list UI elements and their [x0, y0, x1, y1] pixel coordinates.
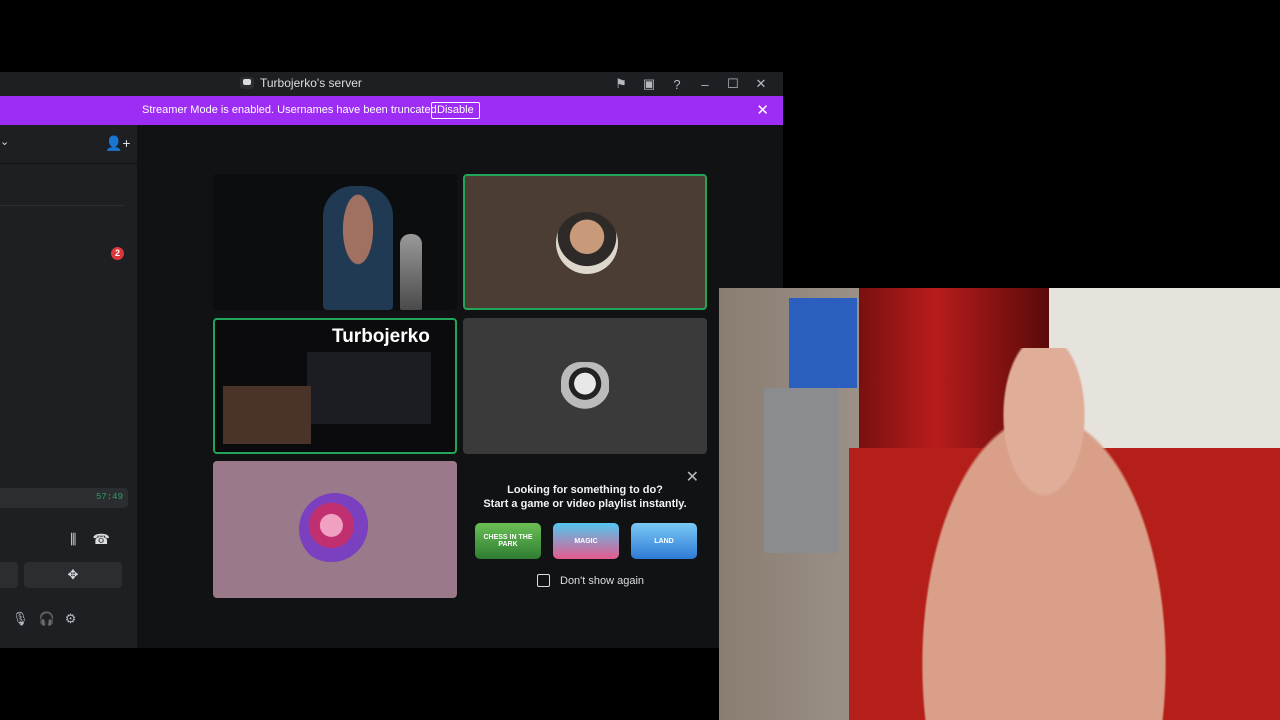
activity-button[interactable]: ✥ [24, 562, 122, 588]
video-tile-avatar-3[interactable] [213, 461, 457, 598]
streamer-person [889, 348, 1199, 720]
settings-gear-icon[interactable]: ⚙ [65, 611, 77, 627]
video-tile-webcam[interactable] [213, 174, 457, 310]
stream-webcam [223, 386, 311, 444]
disconnect-icon[interactable]: ☎ [92, 531, 109, 548]
checkbox[interactable] [537, 574, 550, 587]
webcam-overlay [719, 288, 1280, 720]
dont-show-again-label: Don't show again [560, 574, 645, 587]
mini-fridge [764, 388, 839, 553]
streamer-mode-banner: Streamer Mode is enabled. Usernames have… [0, 96, 783, 125]
avatar [561, 362, 609, 410]
server-icon [240, 77, 254, 89]
video-tile-stream[interactable]: Turbojerko [213, 318, 457, 454]
activity-card-chess[interactable]: CHESS IN THE PARK [475, 523, 541, 559]
microphone-prop [400, 234, 422, 310]
video-tile-avatar-2[interactable] [463, 318, 707, 454]
activity-card-land[interactable]: LAND [631, 523, 697, 559]
video-tile-avatar-1[interactable] [463, 174, 707, 310]
notification-badge: 2 [111, 247, 124, 260]
stream-overlay-title: Turbojerko [332, 326, 430, 347]
close-button[interactable]: ✕ [747, 75, 775, 93]
user-controls: 🎙 🎧 ⚙ [12, 611, 76, 627]
avatar [556, 212, 618, 274]
voice-status-bar[interactable]: 57:49 [0, 488, 128, 508]
sidebar-header: ⌄ 👤+ [0, 125, 137, 164]
title-bar-icons: ⚑ ▣ ? – ☐ ✕ [607, 75, 775, 93]
camera-button[interactable] [0, 562, 18, 588]
flag-icon[interactable]: ⚑ [607, 75, 635, 93]
activity-card-magic[interactable]: MAGIC [553, 523, 619, 559]
activities-icon: ✥ [67, 567, 79, 582]
voice-controls: ⫼ ☎ [70, 531, 110, 548]
window-title-text: Turbojerko's server [260, 76, 362, 90]
maximize-button[interactable]: ☐ [719, 75, 747, 93]
avatar [299, 493, 371, 565]
chevron-down-icon[interactable]: ⌄ [0, 135, 9, 148]
window-title: Turbojerko's server [240, 76, 362, 90]
inbox-icon[interactable]: ▣ [635, 75, 663, 93]
call-timer: 57:49 [95, 492, 123, 502]
headphones-icon[interactable]: 🎧 [39, 611, 55, 627]
activity-heading: Looking for something to do? [507, 484, 663, 496]
noise-suppression-icon[interactable]: ⫼ [70, 531, 76, 548]
beer-box [789, 298, 857, 388]
help-icon[interactable]: ? [663, 75, 691, 93]
banner-text: Streamer Mode is enabled. Usernames have… [142, 104, 440, 116]
participant-video [323, 186, 393, 310]
title-bar: Turbojerko's server ⚑ ▣ ? – ☐ ✕ [0, 72, 783, 96]
activity-suggestion-panel: ✕ Looking for something to do? Start a g… [463, 461, 707, 598]
activity-list: CHESS IN THE PARK MAGIC LAND [475, 523, 697, 559]
channel-sidebar: ⌄ 👤+ 2 57:49 ⫼ ☎ ✥ 🎙 🎧 ⚙ [0, 125, 137, 648]
divider [0, 205, 125, 206]
dont-show-again[interactable]: Don't show again [537, 574, 644, 587]
add-user-icon[interactable]: 👤+ [105, 135, 131, 152]
banner-close-icon[interactable]: ✕ [756, 101, 769, 119]
stream-screen [307, 352, 431, 424]
microphone-icon[interactable]: 🎙 [12, 611, 29, 627]
disable-button[interactable]: Disable [431, 102, 480, 119]
activity-subheading: Start a game or video playlist instantly… [483, 498, 687, 510]
minimize-button[interactable]: – [691, 75, 719, 93]
